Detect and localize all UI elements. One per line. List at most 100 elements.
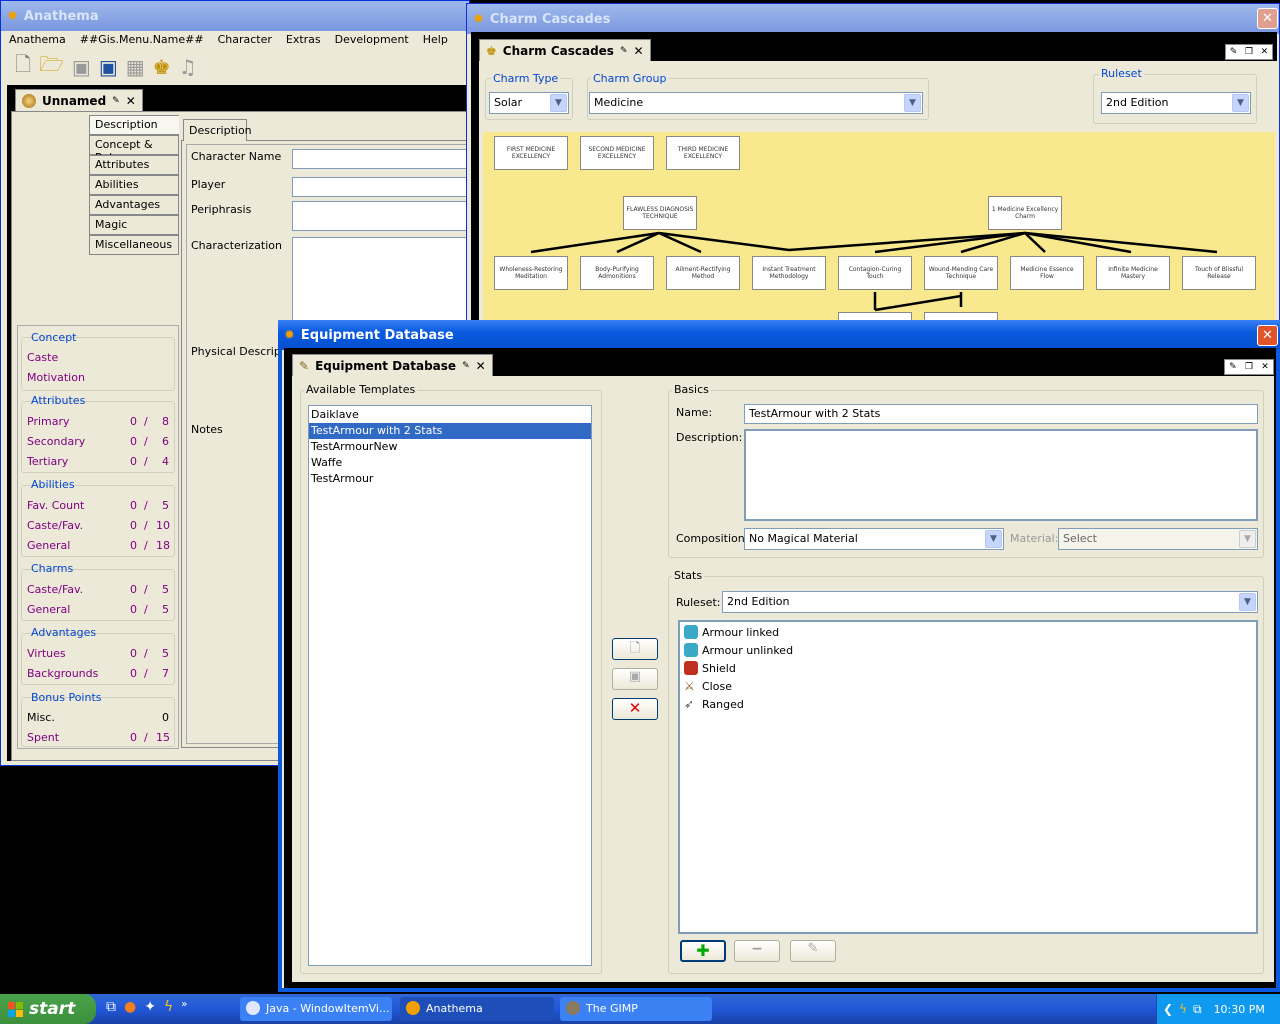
task-anathema[interactable]: Anathema <box>400 997 554 1021</box>
charm-node-second-excellency[interactable]: SECOND MEDICINE EXCELLENCY <box>580 136 654 170</box>
equipment-close-button[interactable]: ✕ <box>1257 325 1278 346</box>
close-icon[interactable]: ✕ <box>1261 47 1269 57</box>
firefox-icon[interactable]: ● <box>124 999 136 1019</box>
charm-node-medicine-excellency[interactable]: 1 Medicine Excellency Charm <box>988 196 1062 230</box>
cascades-titlebar[interactable]: ✹ Charm Cascades <box>467 4 1279 34</box>
description-textarea[interactable] <box>744 429 1258 521</box>
charm-node-ailment-rectifying[interactable]: Ailment-Rectifying Method <box>666 256 740 290</box>
close-tab-icon[interactable]: ✕ <box>126 94 136 108</box>
close-tab-icon[interactable]: ✕ <box>634 44 644 58</box>
stat-shield[interactable]: Shield <box>682 659 1254 677</box>
menu-gis[interactable]: ##Gis.Menu.Name## <box>80 33 204 49</box>
equipment-tab[interactable]: ✎ Equipment Database ✎ ✕ <box>292 354 493 376</box>
chevron-down-icon[interactable]: ▼ <box>904 94 921 112</box>
chevron-down-icon[interactable]: ▼ <box>1239 593 1256 611</box>
equipment-titlebar[interactable]: ✹ Equipment Database <box>278 320 1280 350</box>
chevron-down-icon[interactable]: ▼ <box>985 530 1002 548</box>
charm-node-instant-treatment[interactable]: Instant Treatment Methodology <box>752 256 826 290</box>
tray-app-icon[interactable]: ϟ <box>1179 1002 1187 1016</box>
chevron-down-icon[interactable]: ▼ <box>550 94 567 112</box>
pin-icon[interactable]: ✎ <box>112 96 120 106</box>
task-gimp[interactable]: The GIMP <box>560 997 712 1021</box>
restore-icon[interactable]: ❐ <box>1245 47 1253 57</box>
cascades-tab[interactable]: ♚ Charm Cascades ✎ ✕ <box>479 39 651 61</box>
remove-stat-button[interactable]: − <box>734 940 780 962</box>
charm-node-essence-flow[interactable]: Medicine Essence Flow <box>1010 256 1084 290</box>
menu-help[interactable]: Help <box>423 33 448 49</box>
lightning-icon[interactable]: ϟ <box>164 999 173 1019</box>
pin-icon[interactable]: ✎ <box>1230 47 1238 57</box>
stat-close[interactable]: ⚔ Close <box>682 677 1254 695</box>
charm-node-third-excellency[interactable]: THIRD MEDICINE EXCELLENCY <box>666 136 740 170</box>
pin-icon[interactable]: ✎ <box>462 361 470 371</box>
music-icon[interactable]: ♫ <box>179 55 197 79</box>
charm-node-wholeness[interactable]: Wholeness-Restoring Meditation <box>494 256 568 290</box>
chevron-down-icon[interactable]: ▼ <box>1232 94 1249 112</box>
charm-node-infinite-mastery[interactable]: Infinite Medicine Mastery <box>1096 256 1170 290</box>
template-item-waffe[interactable]: Waffe <box>309 455 591 471</box>
menu-anathema[interactable]: Anathema <box>9 33 66 49</box>
charm-node-blissful-release[interactable]: Touch of Blissful Release <box>1182 256 1256 290</box>
new-icon[interactable]: 🗋 <box>15 50 31 84</box>
template-item-daiklave[interactable]: Daiklave <box>309 407 591 423</box>
open-folder-icon[interactable]: 🗁 <box>39 50 64 84</box>
stat-armour-linked[interactable]: Armour linked <box>682 623 1254 641</box>
network-icon[interactable]: ⧉ <box>1193 1002 1202 1017</box>
charm-node-contagion-curing[interactable]: Contagion-Curing Touch <box>838 256 912 290</box>
side-tab-description[interactable]: Description <box>89 115 179 135</box>
composition-select[interactable]: No Magical Material ▼ <box>744 528 1004 550</box>
chevron-right-icon[interactable]: » <box>181 999 187 1019</box>
characters-icon[interactable]: ♚ <box>153 55 171 79</box>
menu-development[interactable]: Development <box>335 33 409 49</box>
side-tab-attributes[interactable]: Attributes <box>89 155 179 175</box>
material-select[interactable]: Select ▼ <box>1058 528 1258 550</box>
stat-armour-unlinked[interactable]: Armour unlinked <box>682 641 1254 659</box>
charm-node-wound-mending[interactable]: Wound-Mending Care Technique <box>924 256 998 290</box>
charm-node-first-excellency[interactable]: FIRST MEDICINE EXCELLENCY <box>494 136 568 170</box>
character-name-input[interactable] <box>292 149 468 169</box>
side-tab-advantages[interactable]: Advantages <box>89 195 179 215</box>
menu-character[interactable]: Character <box>218 33 272 49</box>
edit-stat-button[interactable]: ✎ <box>790 940 836 962</box>
cascades-close-button[interactable]: ✕ <box>1257 8 1278 29</box>
new-template-button[interactable]: 🗋 <box>612 638 658 660</box>
pin-icon[interactable]: ✎ <box>620 46 628 56</box>
save-disabled-icon[interactable]: ▣ <box>72 55 91 79</box>
inner-tab-description[interactable]: Description <box>183 119 252 141</box>
delete-template-button[interactable]: ✕ <box>612 698 658 720</box>
stats-ruleset-select[interactable]: 2nd Edition ▼ <box>722 591 1258 613</box>
equipment-window-controls[interactable]: ✎ ❐ ✕ <box>1224 359 1274 375</box>
close-icon[interactable]: ✕ <box>1261 362 1269 372</box>
save-as-icon[interactable]: ▦ <box>126 55 145 79</box>
stat-ranged[interactable]: ➶ Ranged <box>682 695 1254 713</box>
add-stat-button[interactable]: ✚ <box>680 940 726 962</box>
templates-list[interactable]: Daiklave TestArmour with 2 Stats TestArm… <box>308 405 592 966</box>
side-tab-abilities[interactable]: Abilities <box>89 175 179 195</box>
tools-icon[interactable]: ✦ <box>144 999 156 1019</box>
name-input[interactable]: TestArmour with 2 Stats <box>744 404 1258 424</box>
menu-extras[interactable]: Extras <box>286 33 321 49</box>
cascades-window-controls[interactable]: ✎ ❐ ✕ <box>1225 44 1273 60</box>
side-tab-magic[interactable]: Magic <box>89 215 179 235</box>
template-item-testarmour[interactable]: TestArmour <box>309 471 591 487</box>
anathema-titlebar[interactable]: ✹ Anathema <box>1 1 469 31</box>
start-button[interactable]: start <box>0 994 96 1024</box>
characterization-input[interactable] <box>292 237 468 321</box>
chevron-down-icon[interactable]: ▼ <box>1239 530 1256 548</box>
template-item-testarmour-2-stats[interactable]: TestArmour with 2 Stats <box>309 423 591 439</box>
side-tab-concept[interactable]: Concept & Rules <box>89 135 179 164</box>
player-input[interactable] <box>292 177 468 197</box>
document-tab-unnamed[interactable]: Unnamed ✎ ✕ <box>15 89 143 111</box>
save-template-button[interactable]: ▣ <box>612 668 658 690</box>
side-tab-misc[interactable]: Miscellaneous <box>89 235 179 255</box>
restore-icon[interactable]: ❐ <box>1245 362 1253 372</box>
close-tab-icon[interactable]: ✕ <box>476 359 486 373</box>
cascade-graph[interactable]: FIRST MEDICINE EXCELLENCY SECOND MEDICIN… <box>483 132 1275 330</box>
charm-type-select[interactable]: Solar ▼ <box>489 92 569 114</box>
template-item-testarmournew[interactable]: TestArmourNew <box>309 439 591 455</box>
task-java[interactable]: Java - WindowItemVi... <box>240 997 392 1021</box>
periphrasis-input[interactable] <box>292 201 468 231</box>
tray-expand-icon[interactable]: ❮ <box>1163 1002 1173 1016</box>
save-icon[interactable]: ▣ <box>99 55 118 79</box>
stats-list[interactable]: Armour linked Armour unlinked Shield ⚔ C… <box>678 620 1258 934</box>
